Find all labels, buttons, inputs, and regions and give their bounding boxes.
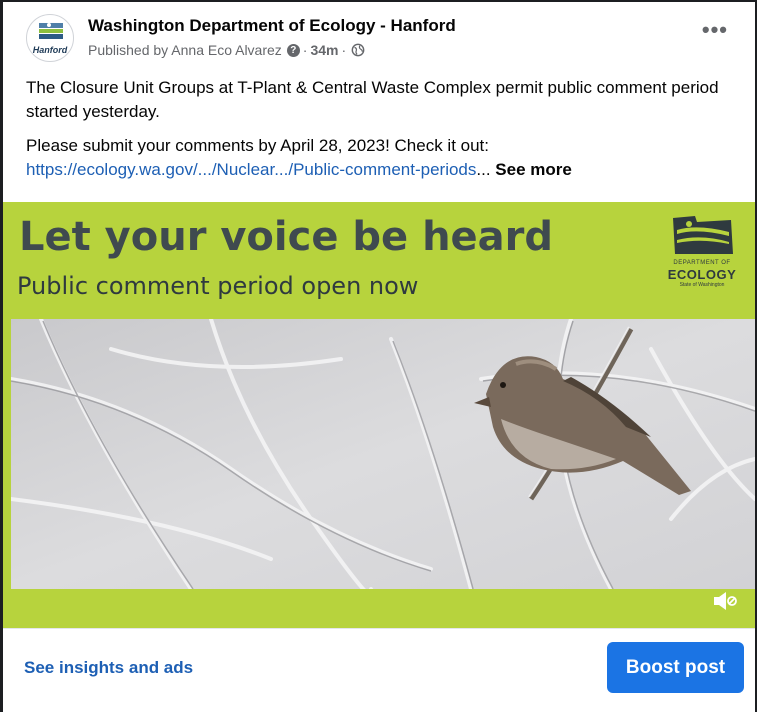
page-name-link[interactable]: Washington Department of Ecology - Hanfo… xyxy=(88,16,456,36)
logo-ecology-text: ECOLOGY xyxy=(667,267,737,282)
volume-icon[interactable] xyxy=(711,590,739,612)
hanford-logo-icon xyxy=(39,23,63,39)
banner-subtitle: Public comment period open now xyxy=(17,272,419,300)
question-icon[interactable]: ? xyxy=(286,43,300,57)
window-frame-top xyxy=(0,0,757,2)
avatar-text: Hanford xyxy=(32,45,68,55)
meta-separator: · xyxy=(302,42,308,58)
meta-separator-2: · xyxy=(341,42,347,58)
link-ellipsis: ... xyxy=(476,160,491,179)
page-avatar[interactable]: Hanford xyxy=(26,14,74,62)
post-meta: Published by Anna Eco Alvarez ? · 34m · xyxy=(88,42,365,58)
boost-post-button[interactable]: Boost post xyxy=(607,642,744,693)
published-by-text: Published by Anna Eco Alvarez xyxy=(88,42,282,58)
globe-icon xyxy=(351,43,365,57)
post-header: Hanford Washington Department of Ecology… xyxy=(26,14,738,64)
sparrow-photo xyxy=(11,319,755,589)
footer-divider xyxy=(3,628,755,629)
post-media[interactable]: Let your voice be heard Public comment p… xyxy=(3,202,755,628)
post-paragraph-2-text: Please submit your comments by April 28,… xyxy=(26,136,490,155)
comment-period-link[interactable]: https://ecology.wa.gov/.../Nuclear.../Pu… xyxy=(26,160,476,179)
post-body: The Closure Unit Groups at T-Plant & Cen… xyxy=(26,76,726,192)
ecology-logo: DEPARTMENT OF ECOLOGY State of Washingto… xyxy=(667,212,737,292)
see-more-button[interactable]: See more xyxy=(495,160,572,179)
post-time[interactable]: 34m xyxy=(310,42,338,58)
logo-state-text: State of Washington xyxy=(679,282,725,288)
post-paragraph-2: Please submit your comments by April 28,… xyxy=(26,134,726,182)
more-options-icon[interactable]: ••• xyxy=(702,19,728,41)
logo-department-text: DEPARTMENT OF xyxy=(673,260,731,266)
banner-title: Let your voice be heard xyxy=(19,214,554,260)
ecology-logo-icon xyxy=(673,216,733,254)
see-insights-link[interactable]: See insights and ads xyxy=(24,658,193,678)
post-paragraph-1: The Closure Unit Groups at T-Plant & Cen… xyxy=(26,78,719,121)
